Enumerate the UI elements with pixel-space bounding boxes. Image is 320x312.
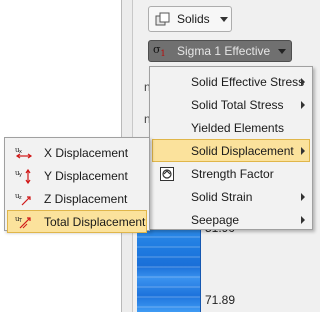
- strength-factor-icon: [159, 166, 175, 182]
- chevron-right-icon: [301, 216, 305, 224]
- z-displacement-icon: u z: [14, 191, 34, 207]
- chevron-right-icon: [301, 147, 305, 155]
- menu-item-label: Solid Effective Stress: [191, 74, 305, 89]
- submenu-item-y-displacement[interactable]: u y Y Displacement: [7, 164, 147, 187]
- menu-item-strength-factor[interactable]: Strength Factor: [152, 162, 310, 185]
- solids-label: Solids: [177, 12, 210, 26]
- menu-item-label: Solid Total Stress: [191, 97, 284, 112]
- submenu-item-label: X Displacement: [44, 145, 129, 160]
- submenu-item-x-displacement[interactable]: u x X Displacement: [7, 141, 147, 164]
- result-type-menu: Solid Effective Stress Solid Total Stres…: [149, 66, 313, 230]
- result-type-label: Sigma 1 Effective: [177, 44, 271, 58]
- svg-text:y: y: [19, 172, 22, 178]
- sigma-icon: σ1: [153, 43, 166, 59]
- menu-item-seepage[interactable]: Seepage: [152, 208, 310, 231]
- chevron-right-icon: [301, 193, 305, 201]
- menu-item-yielded-elements[interactable]: Yielded Elements: [152, 116, 310, 139]
- menu-item-solid-displacement[interactable]: Solid Displacement: [152, 139, 310, 162]
- chevron-down-icon: [219, 16, 228, 22]
- solids-dropdown-button[interactable]: Solids: [148, 6, 232, 32]
- submenu-item-total-displacement[interactable]: u T Total Displacement: [7, 210, 147, 233]
- y-displacement-icon: u y: [14, 168, 34, 185]
- submenu-item-label: Y Displacement: [44, 168, 128, 183]
- menu-item-solid-total-stress[interactable]: Solid Total Stress: [152, 93, 310, 116]
- chevron-right-icon: [301, 101, 305, 109]
- menu-item-label: Seepage: [191, 212, 240, 227]
- chevron-down-icon: [278, 48, 287, 54]
- result-type-dropdown-button[interactable]: σ1 Sigma 1 Effective: [148, 40, 292, 62]
- menu-item-label: Yielded Elements: [191, 120, 284, 135]
- chevron-right-icon: [301, 78, 305, 86]
- total-displacement-icon: u T: [14, 214, 34, 230]
- submenu-item-z-displacement[interactable]: u z Z Displacement: [7, 187, 147, 210]
- svg-text:T: T: [18, 218, 23, 224]
- menu-item-label: Solid Strain: [191, 189, 253, 204]
- solids-icon: [155, 12, 171, 26]
- svg-text:z: z: [19, 195, 22, 201]
- menu-item-solid-effective-stress[interactable]: Solid Effective Stress: [152, 70, 310, 93]
- submenu-item-label: Z Displacement: [44, 191, 128, 206]
- menu-item-label: Strength Factor: [191, 166, 274, 181]
- menu-item-solid-strain[interactable]: Solid Strain: [152, 185, 310, 208]
- contour-legend-strip: [137, 228, 201, 312]
- contour-value-label: 71.89: [205, 293, 236, 307]
- displacement-submenu: u x X Displacement u y Y Displacement u: [4, 137, 150, 233]
- submenu-item-label: Total Displacement: [44, 214, 146, 229]
- x-displacement-icon: u x: [14, 145, 34, 161]
- menu-item-label: Solid Displacement: [191, 143, 294, 158]
